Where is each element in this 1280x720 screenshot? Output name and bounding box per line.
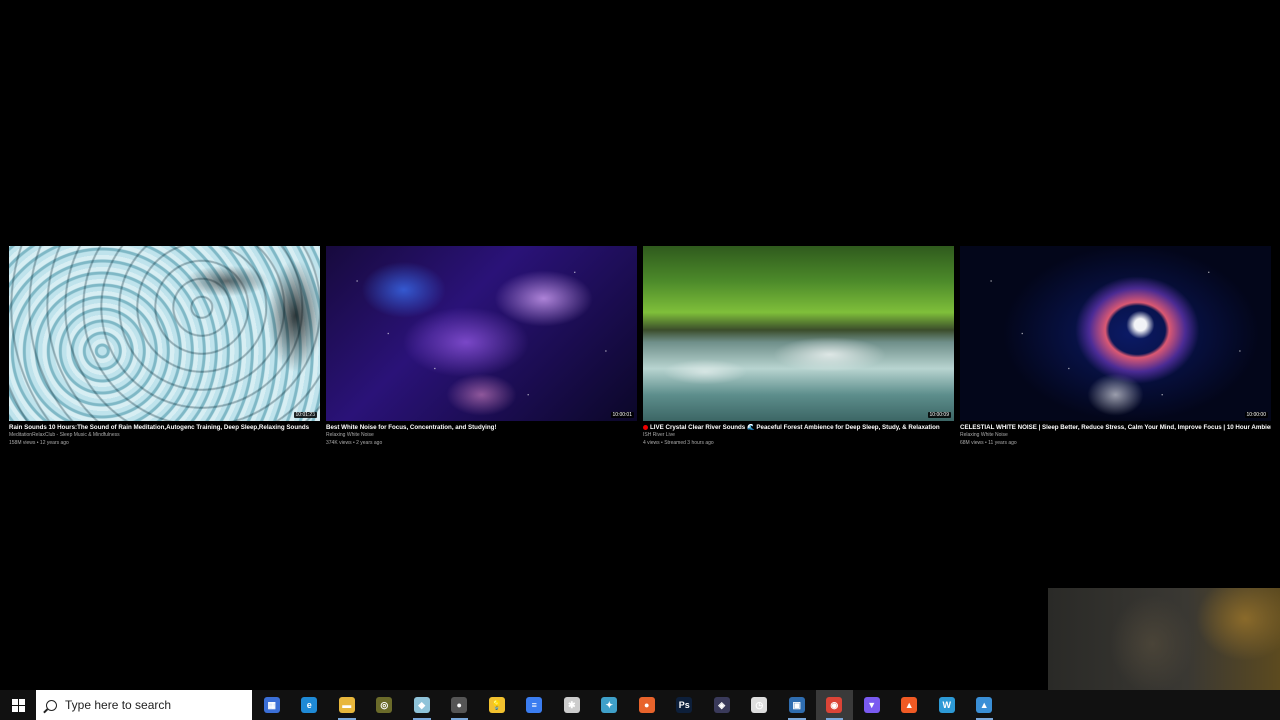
- chrome-icon: ◉: [826, 697, 843, 713]
- video-thumbnail[interactable]: 10:01:23: [9, 246, 320, 421]
- video-meta: 68M views • 11 years ago: [960, 439, 1017, 446]
- recorder-icon: ●: [451, 697, 468, 713]
- video-title[interactable]: Best White Noise for Focus, Concentratio…: [326, 424, 637, 432]
- search-icon: [46, 699, 57, 711]
- network-icon: ✦: [601, 697, 618, 713]
- window-icon: ▣: [788, 697, 805, 713]
- taskbar-app-button[interactable]: e: [291, 690, 329, 720]
- video-meta: 158M views • 12 years ago: [9, 439, 69, 446]
- video-thumbnail[interactable]: 10:00:00: [960, 246, 1271, 421]
- video-card[interactable]: 10:00:09 LIVE Crystal Clear River Sounds…: [643, 246, 954, 456]
- taskbar-app-button[interactable]: ▣: [778, 690, 816, 720]
- taskbar: Type here to search ▦ e ▬ ◎ ◆ ● 💡 ≡ ✱ ✦ ● Ps ◈ ◷ ▣ ◉ ▼ ▲ W…: [0, 690, 1280, 720]
- windows-icon: [11, 698, 25, 712]
- notes-icon: ◆: [413, 697, 430, 713]
- taskbar-app-button[interactable]: ▼: [853, 690, 891, 720]
- stars-decoration: [960, 246, 1271, 421]
- search-placeholder: Type here to search: [65, 698, 172, 712]
- taskbar-app-button[interactable]: ≡: [516, 690, 554, 720]
- edge-icon: e: [301, 697, 318, 713]
- taskbar-app-button[interactable]: ●: [628, 690, 666, 720]
- video-title[interactable]: CELESTIAL WHITE NOISE | Sleep Better, Re…: [960, 424, 1271, 432]
- docs-icon: ≡: [526, 697, 543, 713]
- taskbar-app-button[interactable]: ▲: [891, 690, 929, 720]
- taskbar-app-button[interactable]: 💡: [478, 690, 516, 720]
- video-thumbnail[interactable]: 10:00:09: [643, 246, 954, 421]
- image-viewer-icon: ▲: [976, 697, 993, 713]
- taskbar-app-button[interactable]: ◷: [741, 690, 779, 720]
- video-meta: 374K views • 2 years ago: [326, 439, 383, 446]
- video-meta: 4 views • Streamed 3 hours ago: [643, 439, 714, 446]
- taskbar-app-button[interactable]: ◆: [403, 690, 441, 720]
- video-thumbnail[interactable]: 10:00:01: [326, 246, 637, 421]
- video-title[interactable]: LIVE Crystal Clear River Sounds 🌊 Peacef…: [650, 424, 940, 431]
- taskbar-search-box[interactable]: Type here to search: [36, 690, 252, 720]
- wolf-icon: ✱: [563, 697, 580, 713]
- taskbar-app-button[interactable]: ▦: [253, 690, 291, 720]
- taskbar-app-button[interactable]: ✱: [553, 690, 591, 720]
- live-indicator-icon: [643, 424, 648, 430]
- start-button[interactable]: [0, 690, 36, 720]
- taskbar-app-button[interactable]: ●: [441, 690, 479, 720]
- taskbar-app-button[interactable]: ◈: [703, 690, 741, 720]
- taskbar-app-button[interactable]: ◎: [366, 690, 404, 720]
- taskbar-app-button[interactable]: ◉: [815, 690, 853, 720]
- duration-badge: 10:00:09: [927, 412, 951, 418]
- video-grid: 10:01:23 Rain Sounds 10 Hours:The Sound …: [9, 246, 1271, 456]
- video-title-row[interactable]: LIVE Crystal Clear River Sounds 🌊 Peacef…: [643, 424, 954, 432]
- duration-badge: 10:01:23: [293, 412, 317, 418]
- brave-icon: ▲: [901, 697, 918, 713]
- channel-name[interactable]: ISH River Live: [643, 432, 954, 440]
- app-globe-icon: ◎: [376, 697, 393, 713]
- channel-name[interactable]: MeditationRelaxClub - Sleep Music & Mind…: [9, 432, 320, 440]
- channel-name[interactable]: Relaxing White Noise: [326, 432, 637, 440]
- tips-icon: 💡: [488, 697, 505, 713]
- davinci-icon: ◈: [713, 697, 730, 713]
- webcam-overlay: [1048, 588, 1280, 690]
- vectr-icon: ▼: [863, 697, 880, 713]
- taskbar-apps: ▦ e ▬ ◎ ◆ ● 💡 ≡ ✱ ✦ ● Ps ◈ ◷ ▣ ◉ ▼ ▲ W ▲: [253, 690, 1003, 720]
- taskbar-app-button[interactable]: W: [928, 690, 966, 720]
- taskbar-app-button[interactable]: ▲: [966, 690, 1004, 720]
- stars-decoration: [326, 246, 637, 421]
- video-card[interactable]: 10:00:01 Best White Noise for Focus, Con…: [326, 246, 637, 456]
- calculator-icon: ▦: [263, 697, 280, 713]
- taskbar-app-button[interactable]: ✦: [591, 690, 629, 720]
- taskbar-app-button[interactable]: Ps: [666, 690, 704, 720]
- video-card[interactable]: 10:01:23 Rain Sounds 10 Hours:The Sound …: [9, 246, 320, 456]
- file-explorer-icon: ▬: [338, 697, 355, 713]
- taskbar-app-button[interactable]: ▬: [328, 690, 366, 720]
- photoshop-icon: Ps: [676, 697, 693, 713]
- duration-badge: 10:00:01: [610, 412, 634, 418]
- firefox-icon: ●: [638, 697, 655, 713]
- channel-name[interactable]: Relaxing White Noise: [960, 432, 1271, 440]
- video-card[interactable]: 10:00:00 CELESTIAL WHITE NOISE | Sleep B…: [960, 246, 1271, 456]
- clock-icon: ◷: [751, 697, 768, 713]
- video-title[interactable]: Rain Sounds 10 Hours:The Sound of Rain M…: [9, 424, 320, 432]
- wave-icon: W: [938, 697, 955, 713]
- duration-badge: 10:00:00: [1244, 412, 1268, 418]
